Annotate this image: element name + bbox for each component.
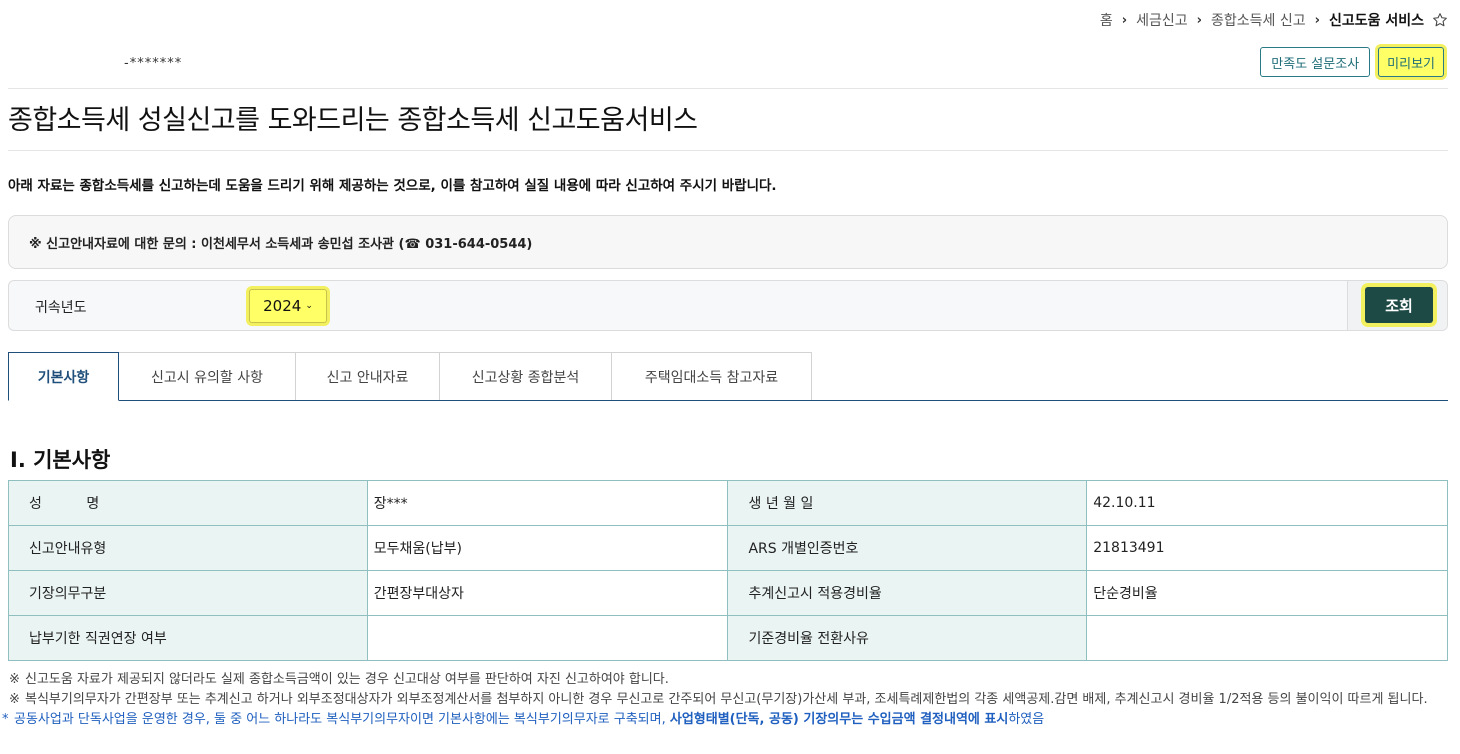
note-text-emphasis: 사업형태별(단독, 공동) 기장의무는 수입금액 결정내역에 표시 [669,712,1009,727]
tab-basic-info[interactable]: 기본사항 [8,352,119,401]
divider [8,150,1448,151]
breadcrumb: 홈 › 세금신고 › 종합소득세 신고 › 신고도움 서비스 [1100,10,1448,30]
breadcrumb-income-tax[interactable]: 종합소득세 신고 [1211,10,1306,30]
table-value-cell [366,615,729,661]
note-text-plain: 공동사업과 단독사업을 운영한 경우, 둘 중 어느 하나라도 복식부기의무자이… [14,712,670,727]
table-value-cell: 42.10.11 [1086,480,1448,526]
note-mark: ※ [9,672,20,687]
year-filter-bar: 귀속년도 2024 ⌄ 조회 [8,280,1448,331]
section-title: Ⅰ. 기본사항 [10,448,111,472]
star-outline-icon[interactable] [1432,12,1448,28]
year-select-value: 2024 [263,297,302,315]
inquiry-box: ※ 신고안내자료에 대한 문의 : 이천세무서 소득세과 송민섭 조사관 (☎ … [8,215,1448,269]
notes: ※ 신고도움 자료가 제공되지 않더라도 실제 종합소득금액이 있는 경우 신고… [2,671,1449,729]
table-value-cell: 모두채움(납부) [366,525,729,571]
table-value-cell: 21813491 [1086,525,1448,571]
note-text: 공동사업과 단독사업을 운영한 경우, 둘 중 어느 하나라도 복식부기의무자이… [14,711,1044,729]
breadcrumb-separator: › [1121,12,1128,28]
note-mark: * [2,712,9,727]
table-header-cell: 신고안내유형 [8,525,368,571]
table-header-cell: ARS 개별인증번호 [727,525,1088,571]
note-text: 복식부기의무자가 간편장부 또는 추계신고 하거나 외부조정대상자가 외부조정계… [25,692,1428,707]
masked-user-id: -******* [124,56,183,71]
table-header-cell: 생 년 월 일 [727,480,1088,526]
table-value-cell: 간편장부대상자 [366,570,729,616]
table-header-cell: 납부기한 직권연장 여부 [8,615,368,661]
tab-filing-guide[interactable]: 신고 안내자료 [295,352,440,400]
table-header-cell: 추계신고시 적용경비율 [727,570,1088,616]
preview-button[interactable]: 미리보기 [1378,47,1444,77]
top-buttons: 만족도 설문조사 미리보기 [1260,47,1444,77]
table-row: 기장의무구분 간편장부대상자 추계신고시 적용경비율 단순경비율 [8,570,1448,616]
note-item: * 공동사업과 단독사업을 운영한 경우, 둘 중 어느 하나라도 복식부기의무… [2,711,1449,729]
divider [8,88,1448,89]
tab-filing-analysis[interactable]: 신고상황 종합분석 [439,352,612,400]
table-row: 성 명 장*** 생 년 월 일 42.10.11 [8,480,1448,526]
note-item: ※ 복식부기의무자가 간편장부 또는 추계신고 하거나 외부조정대상자가 외부조… [9,691,1449,709]
tab-bar: 기본사항 신고시 유의할 사항 신고 안내자료 신고상황 종합분석 주택임대소득… [8,352,1448,401]
page-title: 종합소득세 성실신고를 도와드리는 종합소득세 신고도움서비스 [8,105,698,136]
year-label: 귀속년도 [35,300,87,316]
breadcrumb-separator: › [1196,12,1202,28]
breadcrumb-separator: › [1314,12,1320,28]
tab-filing-cautions[interactable]: 신고시 유의할 사항 [118,352,296,400]
table-value-cell: 단순경비율 [1086,570,1448,616]
survey-button[interactable]: 만족도 설문조사 [1260,47,1371,77]
search-button[interactable]: 조회 [1365,287,1433,323]
breadcrumb-home[interactable]: 홈 [1100,10,1113,30]
inquiry-text: ※ 신고안내자료에 대한 문의 : 이천세무서 소득세과 송민섭 조사관 (☎ … [29,236,533,252]
table-header-cell: 기준경비율 전환사유 [727,615,1088,661]
note-text: 신고도움 자료가 제공되지 않더라도 실제 종합소득금액이 있는 경우 신고대상… [25,672,669,687]
table-header-cell: 성 명 [8,480,368,526]
note-text-tail: 하였음 [1008,712,1045,727]
table-row: 납부기한 직권연장 여부 기준경비율 전환사유 [8,615,1448,661]
breadcrumb-current: 신고도움 서비스 [1328,13,1424,29]
table-row: 신고안내유형 모두채움(납부) ARS 개별인증번호 21813491 [8,525,1448,571]
table-header-cell: 기장의무구분 [8,570,368,616]
notice-text: 아래 자료는 종합소득세를 신고하는데 도움을 드리기 위해 제공하는 것으로,… [8,178,777,194]
note-item: ※ 신고도움 자료가 제공되지 않더라도 실제 종합소득금액이 있는 경우 신고… [9,671,1449,689]
year-select[interactable]: 2024 ⌄ [249,289,327,323]
breadcrumb-tax-report[interactable]: 세금신고 [1136,10,1188,30]
table-value-cell [1086,615,1448,661]
chevron-down-icon: ⌄ [305,301,313,311]
note-mark: ※ [9,692,20,707]
tab-rental-income[interactable]: 주택임대소득 참고자료 [611,352,812,400]
table-value-cell: 장*** [366,480,729,526]
basic-info-table: 성 명 장*** 생 년 월 일 42.10.11 신고안내유형 모두채움(납부… [8,480,1448,661]
search-area: 조회 [1347,281,1447,330]
